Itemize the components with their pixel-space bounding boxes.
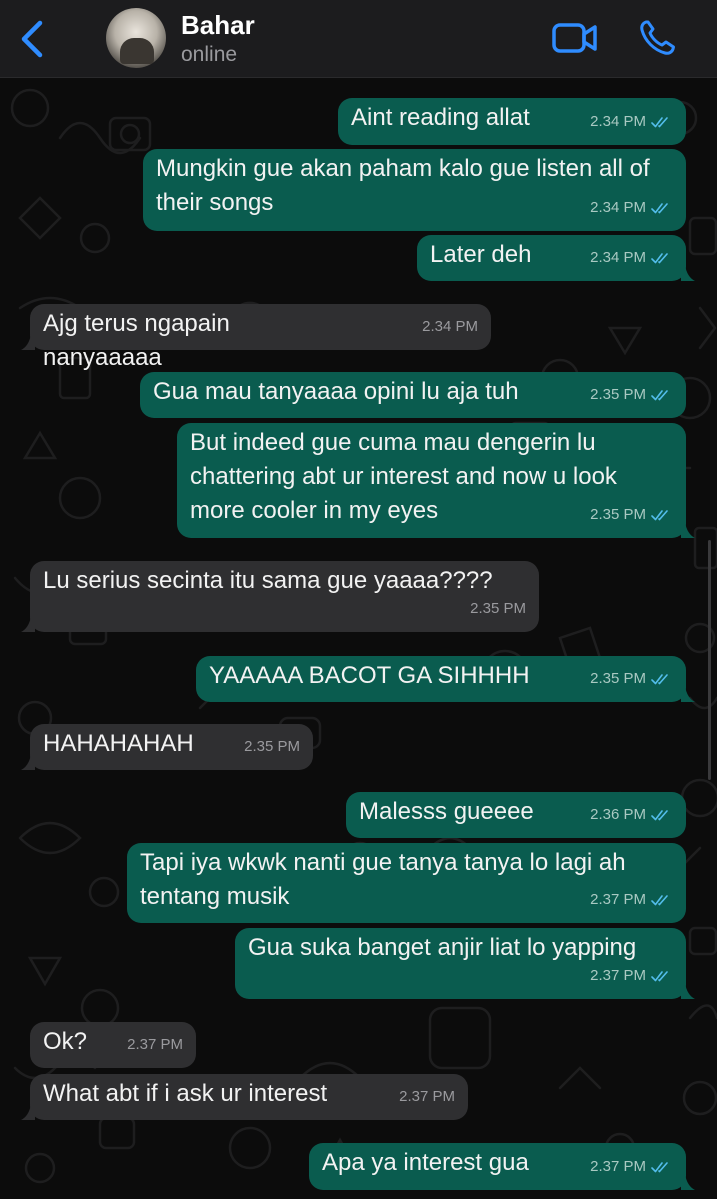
message-meta: 2.35 PM <box>590 378 673 412</box>
bubble-tail <box>21 616 35 632</box>
message-text: HAHAHAHAH <box>43 730 194 757</box>
message-time: 2.37 PM <box>590 891 646 908</box>
bubble-tail <box>681 265 695 281</box>
outgoing-message[interactable]: Gua mau tanyaaaa opini lu aja tuh 2.35 PM <box>140 372 686 418</box>
message-text: Lu serius secinta itu sama gue yaaaa???? <box>43 567 493 594</box>
message-meta: 2.36 PM <box>590 798 673 832</box>
read-receipt-icon <box>651 810 668 821</box>
back-button[interactable] <box>18 20 48 58</box>
outgoing-message[interactable]: Mungkin gue akan paham kalo gue listen a… <box>143 149 686 231</box>
bubble-tail <box>681 522 695 538</box>
message-meta: 2.35 PM <box>590 498 673 532</box>
message-text: Later deh <box>430 241 532 268</box>
read-receipt-icon <box>651 674 668 685</box>
message-text: Apa ya interest gua <box>322 1149 529 1176</box>
bubble-tail <box>21 754 35 770</box>
outgoing-message[interactable]: But indeed gue cuma mau dengerin lu chat… <box>177 423 695 538</box>
message-time: 2.34 PM <box>590 249 646 266</box>
outgoing-message[interactable]: Later deh 2.34 PM <box>417 235 695 281</box>
outgoing-message[interactable]: Gua suka banget anjir liat lo yapping 2.3… <box>235 928 695 999</box>
outgoing-message[interactable]: Aint reading allat 2.34 PM <box>338 98 686 145</box>
message-time: 2.36 PM <box>590 806 646 823</box>
bubble-tail <box>21 1104 35 1120</box>
message-text: YAAAAA BACOT GA SIHHHH <box>209 662 530 689</box>
incoming-message[interactable]: Ajg terus ngapain nanyaaaaa 2.34 PM <box>21 304 491 371</box>
outgoing-message[interactable]: Apa ya interest gua 2.37 PM <box>309 1143 695 1190</box>
chevron-left-icon <box>21 20 43 58</box>
message-meta: 2.37 PM <box>590 959 673 993</box>
read-receipt-icon <box>651 203 668 214</box>
message-meta: 2.37 PM <box>590 1150 673 1184</box>
message-time: 2.35 PM <box>470 600 526 617</box>
incoming-message[interactable]: HAHAHAHAH 2.35 PM <box>21 724 313 770</box>
message-time: 2.37 PM <box>590 967 646 984</box>
bubble-tail <box>681 686 695 702</box>
message-time: 2.35 PM <box>590 506 646 523</box>
incoming-message[interactable]: Lu serius secinta itu sama gue yaaaa????… <box>21 561 539 632</box>
bubble-tail <box>681 1174 695 1190</box>
phone-icon <box>640 20 675 55</box>
message-text: Ajg terus ngapain nanyaaaaa <box>43 310 237 371</box>
chat-scrollbar[interactable] <box>708 540 711 780</box>
video-camera-icon <box>552 23 597 53</box>
message-meta: 2.34 PM <box>590 241 673 275</box>
read-receipt-icon <box>651 390 668 401</box>
outgoing-message[interactable]: Malesss gueeee 2.36 PM <box>346 792 686 838</box>
read-receipt-icon <box>651 971 668 982</box>
read-receipt-icon <box>651 117 668 128</box>
message-time: 2.34 PM <box>590 113 646 130</box>
message-time: 2.34 PM <box>422 318 478 335</box>
read-receipt-icon <box>651 510 668 521</box>
incoming-message[interactable]: Ok? 2.37 PM <box>30 1022 196 1068</box>
message-time: 2.37 PM <box>127 1036 183 1053</box>
message-text: Malesss gueeee <box>359 798 534 825</box>
outgoing-message[interactable]: Tapi iya wkwk nanti gue tanya tanya lo l… <box>127 843 686 923</box>
message-text: Aint reading allat <box>351 104 530 131</box>
message-text: Ok? <box>43 1028 88 1055</box>
incoming-message[interactable]: What abt if i ask ur interest 2.37 PM <box>21 1074 468 1120</box>
message-time: 2.37 PM <box>399 1088 455 1105</box>
read-receipt-icon <box>651 1162 668 1173</box>
outgoing-message[interactable]: YAAAAA BACOT GA SIHHHH 2.35 PM <box>196 656 695 702</box>
message-text: What abt if i ask ur interest <box>43 1080 328 1107</box>
message-meta: 2.34 PM <box>590 105 673 139</box>
message-meta: 2.37 PM <box>590 883 673 917</box>
message-meta: 2.37 PM <box>399 1080 455 1114</box>
bubble-tail <box>681 983 695 999</box>
avatar[interactable] <box>106 8 166 68</box>
message-time: 2.37 PM <box>590 1158 646 1175</box>
video-call-button[interactable] <box>551 20 599 56</box>
bubble-tail <box>21 334 35 350</box>
message-time: 2.35 PM <box>590 386 646 403</box>
message-meta: 2.35 PM <box>590 662 673 696</box>
read-receipt-icon <box>651 253 668 264</box>
message-text: Gua mau tanyaaaa opini lu aja tuh <box>153 378 519 405</box>
read-receipt-icon <box>651 895 668 906</box>
message-meta: 2.35 PM <box>244 730 300 764</box>
chat-header: Bahar online <box>0 0 717 78</box>
contact-name[interactable]: Bahar <box>181 10 255 41</box>
message-meta: 2.37 PM <box>127 1028 183 1062</box>
message-time: 2.34 PM <box>590 199 646 216</box>
message-meta: 2.34 PM <box>590 191 673 225</box>
contact-status: online <box>181 43 238 66</box>
message-time: 2.35 PM <box>590 670 646 687</box>
message-meta: 2.35 PM <box>470 592 526 626</box>
message-time: 2.35 PM <box>244 738 300 755</box>
message-meta: 2.34 PM <box>422 310 478 344</box>
voice-call-button[interactable] <box>638 19 678 57</box>
